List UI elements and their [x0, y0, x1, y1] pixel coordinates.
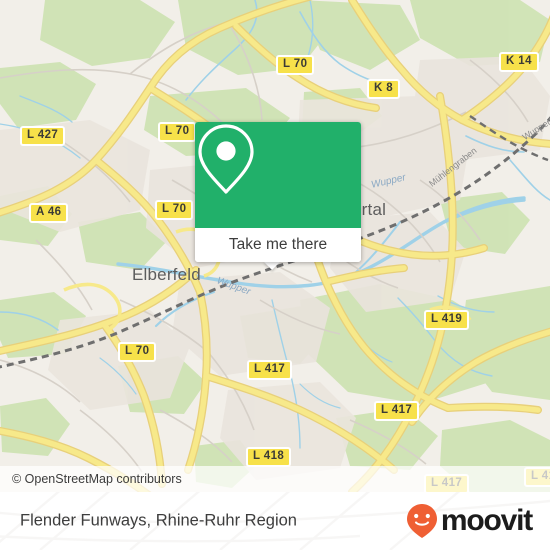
place-label-elberfeld: Elberfeld — [132, 265, 201, 284]
moovit-wordmark: moovit — [440, 504, 533, 537]
road-shield[interactable]: L 417 — [247, 360, 293, 380]
location-callout-card[interactable]: Take me there — [195, 122, 361, 262]
road-shield[interactable]: A 46 — [29, 203, 69, 223]
map-attribution: © OpenStreetMap contributors — [0, 466, 550, 492]
moovit-logo[interactable]: moovit — [405, 503, 533, 539]
callout-header — [195, 122, 361, 228]
footer-bar: Flender Funways, Rhine-Ruhr Region moovi… — [0, 492, 550, 550]
road-shield[interactable]: L 70 — [155, 200, 194, 220]
road-shield[interactable]: K 14 — [499, 52, 539, 72]
attribution-text: © OpenStreetMap contributors — [12, 472, 182, 486]
callout-pointer — [263, 261, 281, 270]
callout-action-label: Take me there — [228, 236, 328, 253]
road-shield[interactable]: K 8 — [367, 79, 401, 99]
page-title: Flender Funways, Rhine-Ruhr Region — [20, 511, 297, 530]
road-shield[interactable]: L 418 — [246, 447, 292, 467]
road-shield[interactable]: L 417 — [374, 401, 420, 421]
callout-action[interactable]: Take me there — [195, 228, 361, 262]
road-shield[interactable]: L 70 — [276, 55, 315, 75]
screenshot-root: L 427 L 70 L 70 K 8 K 14 A 46 L 70 L 419… — [0, 0, 550, 550]
road-shield[interactable]: L 427 — [20, 126, 66, 146]
map-pin-icon — [198, 124, 254, 194]
map-canvas[interactable]: L 427 L 70 L 70 K 8 K 14 A 46 L 70 L 419… — [0, 0, 550, 492]
road-shield[interactable]: L 70 — [118, 342, 157, 362]
road-shield[interactable]: L 419 — [424, 310, 470, 330]
road-shield[interactable]: L 70 — [158, 122, 197, 142]
moovit-pin-icon — [406, 504, 437, 538]
